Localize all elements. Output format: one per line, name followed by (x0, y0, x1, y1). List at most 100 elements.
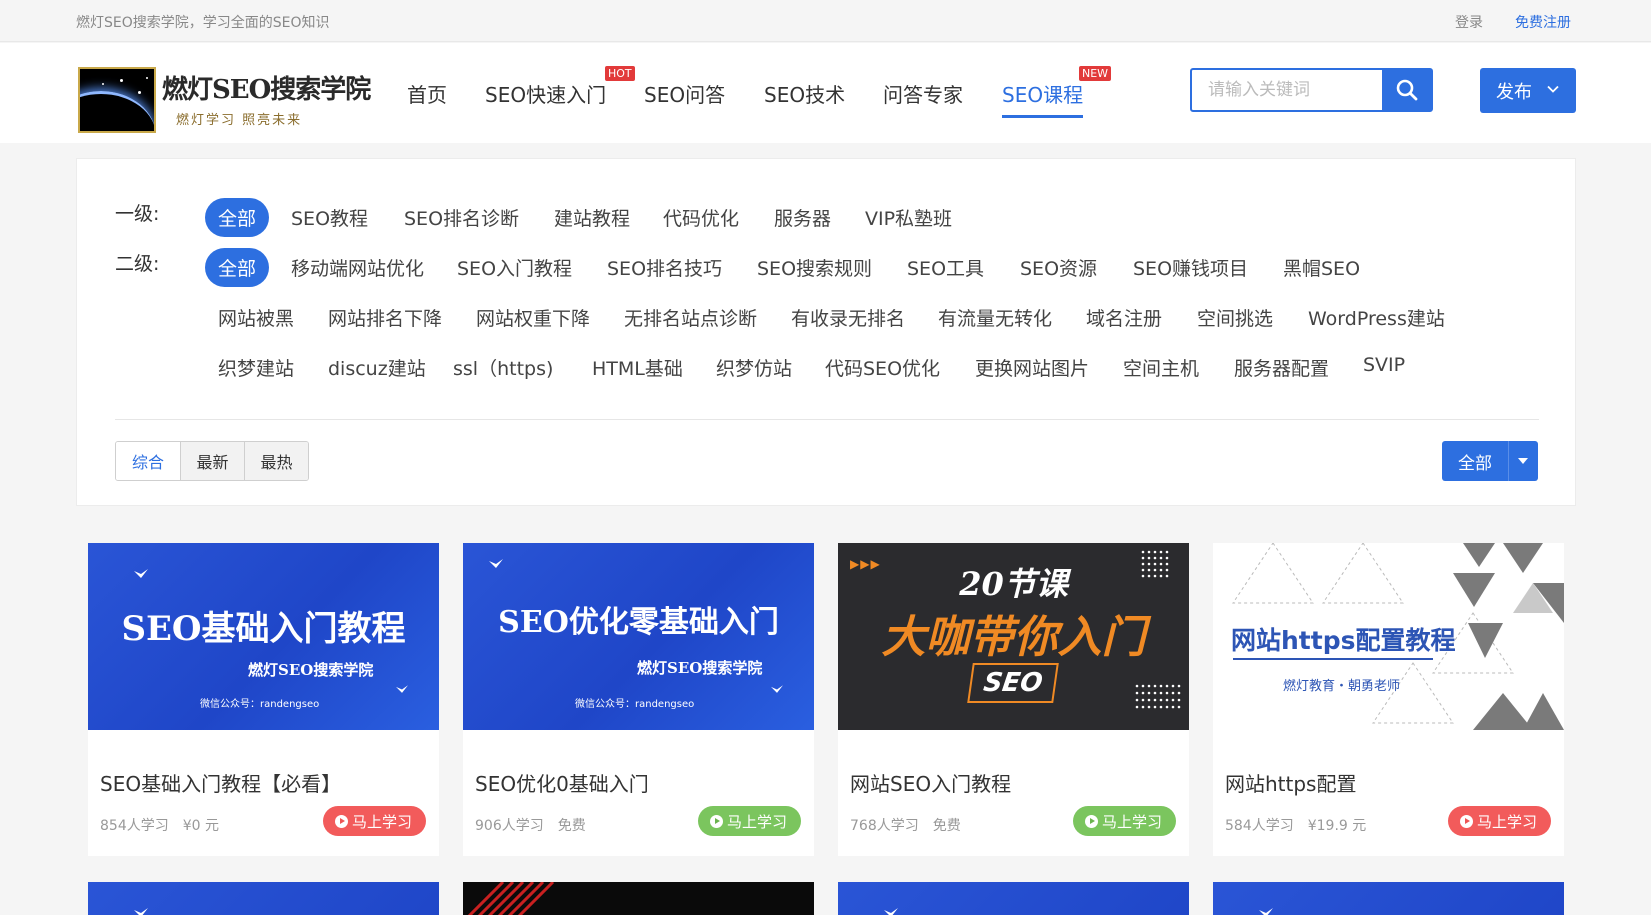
pattern-icon (467, 882, 555, 915)
sort-toggle-group: 综合 最新 最热 (115, 441, 309, 481)
level1-tag[interactable]: 服务器 (774, 204, 831, 231)
nav-item-seo-courses[interactable]: SEO课程 (1002, 79, 1084, 118)
course-card-partial[interactable] (463, 882, 814, 915)
learn-now-button[interactable]: 马上学习 (322, 806, 426, 836)
level1-tag[interactable]: 代码优化 (663, 204, 739, 231)
course-meta: 906人学习 免费 (475, 815, 586, 835)
filter-divider (115, 419, 1539, 420)
thumb-line3: SEO (967, 663, 1059, 703)
thumb-sub: 燃灯SEO搜索学院 (248, 661, 374, 679)
site-slogan: 燃灯SEO搜索学院，学习全面的SEO知识 (76, 15, 330, 31)
learn-now-button[interactable]: 马上学习 (1072, 806, 1176, 836)
level1-tag[interactable]: SEO教程 (291, 204, 368, 231)
course-card[interactable]: SEO基础入门教程 燃灯SEO搜索学院 微信公众号：randengseo SEO… (88, 543, 439, 856)
level2-tag[interactable]: 空间挑选 (1197, 304, 1273, 331)
search-input[interactable] (1192, 70, 1382, 110)
course-thumbnail: 网站https配置教程 燃灯教育・朝勇老师 (1213, 543, 1564, 730)
level2-tag[interactable]: SEO入门教程 (457, 254, 572, 281)
thumb-sub: 燃灯教育・朝勇老师 (1283, 679, 1401, 694)
course-price: ¥0 元 (182, 818, 219, 834)
register-link[interactable]: 免费注册 (1515, 12, 1571, 32)
level2-tag[interactable]: 网站排名下降 (328, 304, 442, 331)
course-card-partial[interactable] (1213, 882, 1564, 915)
level1-tag[interactable]: SEO排名诊断 (404, 204, 519, 231)
course-card[interactable]: ▶▶▶ 20节课 大咖带你入门 SEO 网站SEO入门教程 768人学习 免费 马… (838, 543, 1189, 856)
course-title[interactable]: 网站https配置 (1225, 768, 1356, 797)
bird-icon (134, 569, 148, 578)
course-thumbnail: SEO基础入门教程 燃灯SEO搜索学院 微信公众号：randengseo (88, 543, 439, 730)
course-card[interactable]: 网站https配置教程 燃灯教育・朝勇老师 网站https配置 584人学习 ¥1… (1213, 543, 1564, 856)
level2-tag[interactable]: 有收录无排名 (791, 304, 905, 331)
level1-tag[interactable]: VIP私塾班 (865, 204, 952, 231)
nav-item-seo-quickstart[interactable]: SEO快速入门 (485, 79, 606, 108)
login-link[interactable]: 登录 (1455, 12, 1483, 32)
level2-tag[interactable]: SVIP (1363, 354, 1405, 376)
nav-item-seo-tech[interactable]: SEO技术 (764, 79, 845, 108)
level2-tag[interactable]: 织梦仿站 (716, 354, 792, 381)
publish-button[interactable]: 发布 (1480, 68, 1576, 113)
level2-tag[interactable]: 服务器配置 (1234, 354, 1329, 381)
all-dropdown-button[interactable]: 全部 (1442, 441, 1538, 481)
course-price: ¥19.9 元 (1307, 818, 1367, 834)
play-icon (1459, 814, 1473, 828)
course-students: 584人学习 (1225, 818, 1294, 834)
learn-now-button[interactable]: 马上学习 (1447, 806, 1551, 836)
play-icon (709, 814, 723, 828)
nav-item-home[interactable]: 首页 (407, 79, 447, 108)
bird-icon (489, 559, 503, 568)
level2-tag-all[interactable]: 全部 (205, 248, 270, 287)
course-meta: 854人学习 ¥0 元 (100, 815, 219, 835)
level2-tag[interactable]: SEO工具 (907, 254, 984, 281)
nav-item-experts[interactable]: 问答专家 (883, 79, 963, 108)
level2-tag[interactable]: SEO资源 (1020, 254, 1097, 281)
learn-now-button[interactable]: 马上学习 (697, 806, 801, 836)
level1-tag[interactable]: 建站教程 (554, 204, 630, 231)
all-dropdown-label: 全部 (1458, 453, 1492, 474)
level2-tag[interactable]: ssl（https) (453, 354, 553, 381)
level2-tag[interactable]: 无排名站点诊断 (624, 304, 757, 331)
level1-label: 一级: (115, 203, 160, 225)
course-thumbnail: SEO优化零基础入门 燃灯SEO搜索学院 微信公众号：randengseo (463, 543, 814, 730)
site-header: 燃灯SEO搜索学院 燃灯学习 照亮未来 首页 SEO快速入门 HOT SEO问答… (0, 43, 1651, 143)
level2-tag[interactable]: 网站权重下降 (476, 304, 590, 331)
level2-tag[interactable]: 黑帽SEO (1283, 254, 1360, 281)
level2-tag[interactable]: 网站被黑 (218, 304, 294, 331)
level2-tag[interactable]: HTML基础 (592, 354, 683, 381)
level2-tag[interactable]: SEO排名技巧 (607, 254, 722, 281)
level2-tag[interactable]: WordPress建站 (1308, 304, 1445, 331)
thumb-line1: 20节课 (959, 565, 1068, 603)
level2-tag[interactable]: discuz建站 (328, 354, 426, 381)
chevron-down-icon (1547, 85, 1559, 93)
course-title[interactable]: SEO基础入门教程【必看】 (100, 768, 341, 797)
sort-hottest[interactable]: 最热 (244, 442, 308, 480)
course-students: 854人学习 (100, 818, 169, 834)
play-icon (334, 814, 348, 828)
course-price: 免费 (557, 818, 586, 834)
level2-tag[interactable]: 织梦建站 (218, 354, 294, 381)
thumb-note: 微信公众号：randengseo (200, 699, 320, 710)
level2-tag[interactable]: 空间主机 (1123, 354, 1199, 381)
sort-newest[interactable]: 最新 (180, 442, 244, 480)
level2-tag[interactable]: 有流量无转化 (938, 304, 1052, 331)
course-title[interactable]: SEO优化0基础入门 (475, 768, 649, 797)
course-card-partial[interactable] (838, 882, 1189, 915)
level2-tag[interactable]: SEO搜索规则 (757, 254, 872, 281)
course-students: 768人学习 (850, 818, 919, 834)
site-logo[interactable]: 燃灯SEO搜索学院 燃灯学习 照亮未来 (78, 67, 371, 133)
course-card[interactable]: SEO优化零基础入门 燃灯SEO搜索学院 微信公众号：randengseo SE… (463, 543, 814, 856)
publish-label: 发布 (1496, 81, 1532, 103)
nav-item-seo-qa[interactable]: SEO问答 (644, 79, 725, 108)
level2-tag[interactable]: 域名注册 (1086, 304, 1162, 331)
bird-icon (134, 908, 148, 915)
course-title[interactable]: 网站SEO入门教程 (850, 768, 1011, 797)
level2-tag[interactable]: 代码SEO优化 (825, 354, 940, 381)
search-button[interactable] (1382, 70, 1431, 110)
bird-icon (396, 685, 408, 693)
level1-tag-all[interactable]: 全部 (205, 198, 270, 237)
level2-tag[interactable]: SEO赚钱项目 (1133, 254, 1248, 281)
level2-tag[interactable]: 移动端网站优化 (291, 254, 424, 281)
course-card-partial[interactable] (88, 882, 439, 915)
sort-comprehensive[interactable]: 综合 (116, 442, 180, 480)
level2-tag[interactable]: 更换网站图片 (975, 354, 1089, 381)
thumb-line2: 大咖带你入门 (881, 612, 1146, 663)
